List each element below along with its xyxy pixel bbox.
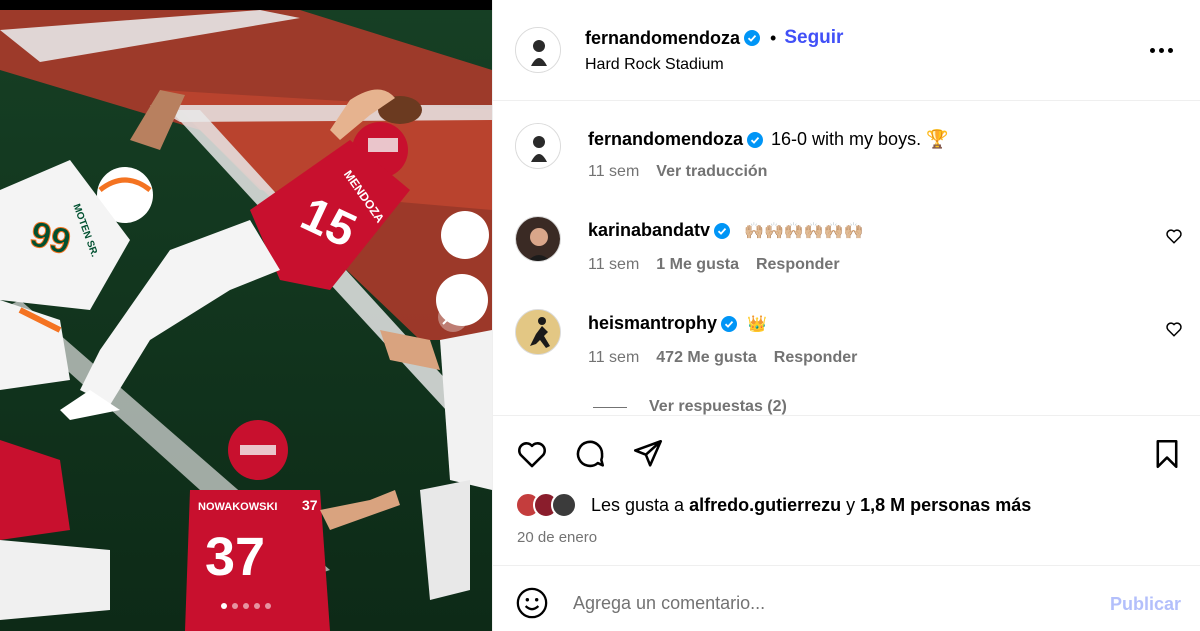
caption-text-line: fernandomendoza 16-0 with my boys. 🏆 [588, 129, 948, 150]
likes-prefix: Les gusta a [591, 494, 685, 515]
see-translation-button[interactable]: Ver traducción [656, 163, 767, 181]
more-icon [1159, 47, 1164, 53]
verified-icon [721, 315, 738, 332]
bookmark-icon[interactable] [1150, 437, 1184, 471]
carousel-dot [265, 603, 271, 609]
emoji-icon[interactable] [515, 586, 549, 620]
comment-time[interactable]: 11 sem [588, 256, 639, 274]
view-replies-button[interactable]: Ver respuestas (2) [593, 398, 787, 415]
comment-text: 🙌🏼🙌🏼🙌🏼🙌🏼🙌🏼🙌🏼 [744, 222, 864, 240]
caption-avatar[interactable] [515, 123, 561, 169]
commenter-avatar-image [516, 310, 560, 354]
carousel-dot [243, 603, 249, 609]
jersey-bottom-number: 37 [205, 527, 265, 587]
heart-icon[interactable] [1165, 227, 1183, 245]
commenter-avatar[interactable] [515, 309, 561, 355]
post-details-panel: fernandomendoza • Seguir Hard Rock Stadi… [492, 0, 1200, 631]
post-date[interactable]: 20 de enero [517, 529, 597, 546]
separator-dot: • [770, 27, 777, 48]
comment-text: 👑 [747, 315, 767, 333]
view-replies-label: Ver respuestas (2) [649, 398, 787, 415]
more-icon [1150, 47, 1155, 53]
likes-summary[interactable]: Les gusta a alfredo.gutierrezu y 1,8 M p… [515, 492, 1031, 518]
follow-button[interactable]: Seguir [784, 27, 843, 49]
replies-line [593, 406, 627, 408]
author-avatar[interactable] [515, 27, 561, 73]
comment-text-line: heismantrophy 👑 [588, 313, 767, 334]
comment-time[interactable]: 11 sem [588, 349, 639, 367]
comment-likes[interactable]: 1 Me gusta [656, 256, 739, 274]
caption-avatar-image [516, 124, 560, 168]
more-icon [1168, 47, 1173, 53]
share-icon[interactable] [631, 437, 665, 471]
author-avatar-image [516, 28, 560, 72]
reply-button[interactable]: Responder [756, 256, 840, 274]
carousel-dot [221, 603, 227, 609]
post-header: fernandomendoza • Seguir Hard Rock Stadi… [493, 0, 1200, 101]
heart-icon[interactable] [1165, 320, 1183, 338]
post-media[interactable]: 15 MENDOZA 99 MOTEN SR. NOWAKOWSKI 37 37 [0, 0, 492, 631]
author-username[interactable]: fernandomendoza [585, 28, 740, 49]
liker-username[interactable]: alfredo.gutierrezu [689, 495, 841, 515]
carousel-dot [254, 603, 260, 609]
media-top-bar [0, 0, 492, 10]
comment-likes[interactable]: 472 Me gusta [656, 349, 756, 367]
next-slide-button[interactable] [438, 302, 468, 332]
liker-avatar [551, 492, 577, 518]
caption-time[interactable]: 11 sem [588, 163, 639, 181]
post-photo: 15 MENDOZA 99 MOTEN SR. NOWAKOWSKI 37 37 [0, 10, 492, 631]
more-options-button[interactable] [1150, 40, 1178, 60]
caption-meta: 11 sem Ver traducción [588, 163, 767, 181]
comment-input[interactable] [573, 588, 1093, 618]
heart-icon[interactable] [515, 437, 549, 471]
comment-meta: 11 sem 472 Me gusta Responder [588, 349, 857, 367]
commenter-avatar-image [516, 217, 560, 261]
comment-icon[interactable] [573, 437, 607, 471]
comment-username[interactable]: karinabandatv [588, 220, 710, 241]
verified-icon [714, 222, 731, 239]
comment-username[interactable]: heismantrophy [588, 313, 717, 334]
verified-icon [747, 131, 764, 148]
comment-text-line: karinabandatv 🙌🏼🙌🏼🙌🏼🙌🏼🙌🏼🙌🏼 [588, 220, 864, 241]
caption-text: 16-0 with my boys. 🏆 [771, 129, 949, 149]
caption-username[interactable]: fernandomendoza [588, 129, 743, 150]
next-arrow-icon [442, 313, 450, 325]
author-line: fernandomendoza • Seguir [585, 27, 843, 49]
carousel-dot [232, 603, 238, 609]
verified-icon [744, 30, 761, 46]
post-location[interactable]: Hard Rock Stadium [585, 56, 724, 74]
comment-meta: 11 sem 1 Me gusta Responder [588, 256, 840, 274]
reply-button[interactable]: Responder [774, 349, 858, 367]
svg-text:37: 37 [302, 497, 318, 513]
jersey-bottom-name: NOWAKOWSKI [198, 501, 277, 513]
comments-list[interactable]: fernandomendoza 16-0 with my boys. 🏆 11 … [493, 101, 1200, 416]
likes-joiner: y [846, 494, 856, 515]
post-actions: Les gusta a alfredo.gutierrezu y 1,8 M p… [493, 416, 1200, 566]
publish-button[interactable]: Publicar [1110, 594, 1181, 615]
commenter-avatar[interactable] [515, 216, 561, 262]
add-comment-bar: Publicar [493, 566, 1200, 631]
likes-count[interactable]: 1,8 M personas más [860, 495, 1031, 515]
carousel-indicators [0, 603, 492, 609]
likes-text: Les gusta a alfredo.gutierrezu y 1,8 M p… [591, 495, 1031, 516]
